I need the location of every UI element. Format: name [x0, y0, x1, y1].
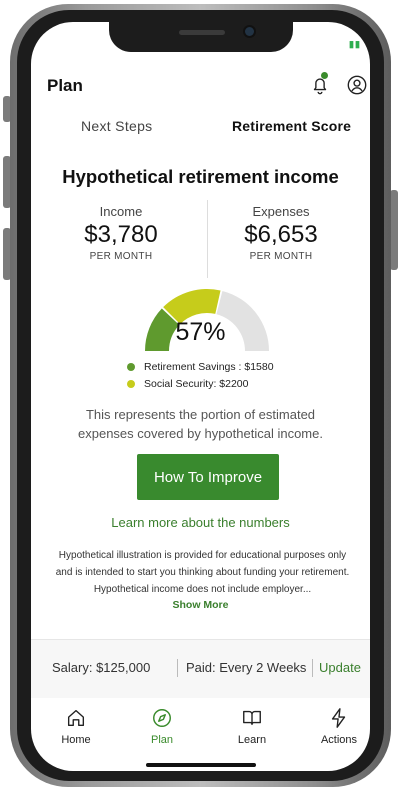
card-title: Hypothetical retirement income: [62, 166, 339, 187]
notification-bell-icon[interactable]: [309, 74, 331, 96]
nav-actions[interactable]: Actions: [304, 707, 370, 746]
coverage-percent: 57%: [175, 318, 226, 346]
salary-bar: Salary: $125,000 Paid: Every 2 Weeks Upd…: [31, 639, 370, 698]
update-link[interactable]: Update: [319, 660, 361, 675]
tab-bar: Next Steps Retirement Score: [31, 118, 370, 138]
speaker: [179, 30, 225, 35]
page-title: Plan: [47, 76, 83, 95]
legend-label: Social Security: $2200: [144, 377, 249, 390]
bottom-navigation: Home Plan Learn Actions: [31, 697, 370, 757]
battery-icon: ▮▮: [349, 39, 361, 49]
home-indicator: [146, 763, 256, 767]
compass-icon: [153, 709, 171, 727]
legend-swatch: [127, 362, 135, 371]
salary-text: Salary: $125,000: [52, 660, 151, 675]
nav-actions-label: Actions: [320, 734, 358, 746]
nav-home[interactable]: Home: [41, 707, 111, 746]
legend-item: Social Security: $2200: [127, 375, 274, 392]
income-label: Income: [99, 204, 143, 219]
update-divider: [312, 659, 313, 677]
book-icon: [243, 710, 261, 726]
expenses-summary: Expenses $6,653 PER MONTH: [201, 204, 361, 262]
notification-badge: [321, 72, 328, 79]
pay-frequency-text: Paid: Every 2 Weeks: [186, 660, 307, 675]
front-camera: [245, 27, 254, 36]
show-more-link[interactable]: Show More: [31, 599, 370, 611]
profile-icon[interactable]: [346, 74, 368, 96]
legend-item: Retirement Savings : $1580: [127, 358, 274, 375]
gauge-legend: Retirement Savings : $1580 Social Securit…: [127, 358, 274, 392]
income-unit: PER MONTH: [89, 251, 153, 262]
learn-more-link[interactable]: Learn more about the numbers: [31, 515, 370, 530]
tab-retirement-score[interactable]: Retirement Score: [232, 118, 351, 134]
home-icon: [67, 709, 85, 727]
nav-plan[interactable]: Plan: [127, 707, 197, 746]
power-button: [390, 190, 398, 270]
disclaimer-text: Hypothetical illustration is provided fo…: [55, 550, 350, 595]
nav-learn-label: Learn: [237, 734, 267, 746]
coverage-description: This represents the portion of estimated…: [78, 407, 323, 441]
app-screen: ▮▮ Plan Next Steps Retirement Score Hypo…: [31, 22, 370, 771]
notch: [109, 22, 293, 52]
legend-swatch: [127, 379, 135, 388]
salary-divider: [177, 659, 178, 677]
income-summary: Income $3,780 PER MONTH: [41, 204, 201, 262]
how-to-improve-button[interactable]: How To Improve: [137, 454, 279, 500]
nav-plan-label: Plan: [150, 734, 174, 746]
tab-next-steps[interactable]: Next Steps: [81, 118, 152, 134]
lightning-icon: [331, 708, 346, 728]
nav-learn[interactable]: Learn: [217, 707, 287, 746]
app-header: Plan: [31, 72, 370, 102]
expenses-label: Expenses: [252, 204, 310, 219]
expenses-amount: $6,653: [244, 221, 318, 248]
legend-label: Retirement Savings : $1580: [144, 360, 274, 373]
nav-home-label: Home: [61, 734, 91, 746]
expenses-unit: PER MONTH: [249, 251, 313, 262]
income-amount: $3,780: [84, 221, 158, 248]
